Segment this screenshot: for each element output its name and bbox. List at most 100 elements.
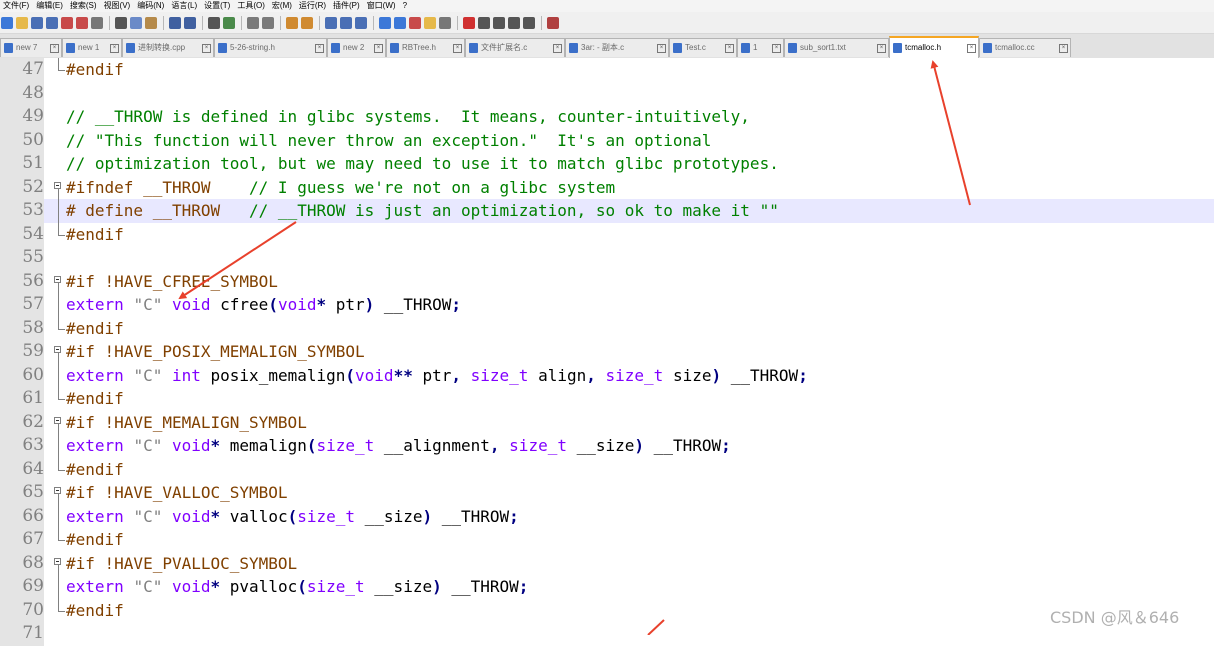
close-tab-icon[interactable]: × xyxy=(110,44,119,53)
function-list-icon[interactable] xyxy=(409,16,421,29)
save-macro-icon[interactable] xyxy=(523,16,535,29)
indent-guide-icon[interactable] xyxy=(355,16,367,29)
find-icon[interactable] xyxy=(208,16,220,29)
code-line[interactable]: 61 #endif xyxy=(0,387,1214,411)
tab-4[interactable]: new 2 × xyxy=(327,38,386,57)
code-line[interactable]: 63 extern "C" void* memalign(size_t __ali… xyxy=(0,434,1214,458)
fold-toggle-icon[interactable] xyxy=(52,552,66,575)
udl-icon[interactable] xyxy=(379,16,391,29)
doc-map-icon[interactable] xyxy=(394,16,406,29)
spell-check-icon[interactable] xyxy=(547,16,559,29)
close-tab-icon[interactable]: × xyxy=(50,44,59,53)
close-all-icon[interactable] xyxy=(76,16,88,29)
menu-item-6[interactable]: 设置(T) xyxy=(204,0,230,12)
menu-item-0[interactable]: 文件(F) xyxy=(3,0,29,12)
close-tab-icon[interactable]: × xyxy=(725,44,734,53)
close-tab-icon[interactable]: × xyxy=(967,44,976,53)
record-macro-icon[interactable] xyxy=(463,16,475,29)
tab-7[interactable]: 3ar: - 副本.c × xyxy=(565,38,669,57)
tab-1[interactable]: new 1 × xyxy=(62,38,122,57)
code-line[interactable]: 57 extern "C" void cfree(void* ptr) __THR… xyxy=(0,293,1214,317)
tab-5[interactable]: RBTree.h × xyxy=(386,38,465,57)
print-icon[interactable] xyxy=(91,16,103,29)
menu-item-11[interactable]: 窗口(W) xyxy=(367,0,396,12)
close-tab-icon[interactable]: × xyxy=(657,44,666,53)
menu-item-2[interactable]: 搜索(S) xyxy=(70,0,97,12)
close-tab-icon[interactable]: × xyxy=(1059,44,1068,53)
fold-toggle-icon[interactable] xyxy=(52,481,66,505)
tab-10[interactable]: sub_sort1.txt × xyxy=(784,38,889,57)
show-all-chars-icon[interactable] xyxy=(340,16,352,29)
close-tab-icon[interactable]: × xyxy=(374,44,383,53)
menu-item-8[interactable]: 宏(M) xyxy=(272,0,292,12)
menu-item-7[interactable]: 工具(O) xyxy=(237,0,265,12)
open-file-icon[interactable] xyxy=(16,16,28,29)
close-tab-icon[interactable]: × xyxy=(315,44,324,53)
menu-item-9[interactable]: 运行(R) xyxy=(299,0,326,12)
monitoring-icon[interactable] xyxy=(439,16,451,29)
code-line[interactable]: 62 #if !HAVE_MEMALIGN_SYMBOL xyxy=(0,410,1214,434)
tab-12[interactable]: tcmalloc.cc × xyxy=(979,38,1071,57)
sync-vertical-icon[interactable] xyxy=(286,16,298,29)
code-line[interactable]: 53 # define __THROW // __THROW is just an… xyxy=(0,199,1214,223)
menu-item-12[interactable]: ? xyxy=(403,0,407,12)
close-icon[interactable] xyxy=(61,16,73,29)
tab-6[interactable]: 文件扩展名.c × xyxy=(465,38,565,57)
close-tab-icon[interactable]: × xyxy=(202,44,211,53)
code-line[interactable]: 69 extern "C" void* pvalloc(size_t __size… xyxy=(0,575,1214,599)
tab-11[interactable]: tcmalloc.h × xyxy=(889,36,979,58)
menu-item-5[interactable]: 语言(L) xyxy=(171,0,197,12)
tab-3[interactable]: 5-26-string.h × xyxy=(214,38,327,57)
menu-item-1[interactable]: 编辑(E) xyxy=(36,0,63,12)
code-line[interactable]: 56 #if !HAVE_CFREE_SYMBOL xyxy=(0,269,1214,293)
code-line[interactable]: 66 extern "C" void* valloc(size_t __size)… xyxy=(0,504,1214,528)
close-tab-icon[interactable]: × xyxy=(553,44,562,53)
close-tab-icon[interactable]: × xyxy=(453,44,462,53)
code-line[interactable]: 67 #endif xyxy=(0,528,1214,552)
code-line[interactable]: 60 extern "C" int posix_memalign(void** p… xyxy=(0,363,1214,387)
new-file-icon[interactable] xyxy=(1,16,13,29)
fold-toggle-icon[interactable] xyxy=(52,270,66,293)
code-line[interactable]: 65 #if !HAVE_VALLOC_SYMBOL xyxy=(0,481,1214,505)
close-tab-icon[interactable]: × xyxy=(772,44,781,53)
tab-0[interactable]: new 7 × xyxy=(0,38,62,57)
code-line[interactable]: 51 // optimization tool, but we may need … xyxy=(0,152,1214,176)
menu-item-3[interactable]: 视图(V) xyxy=(104,0,131,12)
menu-item-4[interactable]: 编码(N) xyxy=(137,0,164,12)
code-line[interactable]: 48 xyxy=(0,81,1214,105)
play-macro-icon[interactable] xyxy=(493,16,505,29)
word-wrap-icon[interactable] xyxy=(325,16,337,29)
play-multiple-icon[interactable] xyxy=(508,16,520,29)
cut-icon[interactable] xyxy=(115,16,127,29)
copy-icon[interactable] xyxy=(130,16,142,29)
code-line[interactable]: 52 #ifndef __THROW // I guess we're not o… xyxy=(0,175,1214,199)
replace-icon[interactable] xyxy=(223,16,235,29)
zoom-in-icon[interactable] xyxy=(247,16,259,29)
stop-macro-icon[interactable] xyxy=(478,16,490,29)
menu-item-10[interactable]: 插件(P) xyxy=(333,0,360,12)
tab-9[interactable]: 1 × xyxy=(737,38,784,57)
code-line[interactable]: 49 // __THROW is defined in glibc systems… xyxy=(0,105,1214,129)
code-line[interactable]: 50 // "This function will never throw an … xyxy=(0,128,1214,152)
fold-toggle-icon[interactable] xyxy=(52,340,66,364)
close-tab-icon[interactable]: × xyxy=(877,44,886,53)
folder-workspace-icon[interactable] xyxy=(424,16,436,29)
code-editor[interactable]: 47 #endif 48 49 // __THROW is defined in gli… xyxy=(0,58,1214,646)
code-line[interactable]: 71 xyxy=(0,622,1214,646)
code-line[interactable]: 58 #endif xyxy=(0,316,1214,340)
code-line[interactable]: 54 #endif xyxy=(0,222,1214,246)
sync-horizontal-icon[interactable] xyxy=(301,16,313,29)
redo-icon[interactable] xyxy=(184,16,196,29)
save-all-icon[interactable] xyxy=(46,16,58,29)
code-line[interactable]: 70 #endif xyxy=(0,598,1214,622)
tab-2[interactable]: 进制转换.cpp × xyxy=(122,38,214,57)
fold-toggle-icon[interactable] xyxy=(52,411,66,434)
code-line[interactable]: 47 #endif xyxy=(0,58,1214,82)
code-line[interactable]: 55 xyxy=(0,246,1214,270)
tab-8[interactable]: Test.c × xyxy=(669,38,737,57)
code-line[interactable]: 59 #if !HAVE_POSIX_MEMALIGN_SYMBOL xyxy=(0,340,1214,364)
paste-icon[interactable] xyxy=(145,16,157,29)
code-line[interactable]: 68 #if !HAVE_PVALLOC_SYMBOL xyxy=(0,551,1214,575)
zoom-out-icon[interactable] xyxy=(262,16,274,29)
code-line[interactable]: 64 #endif xyxy=(0,457,1214,481)
